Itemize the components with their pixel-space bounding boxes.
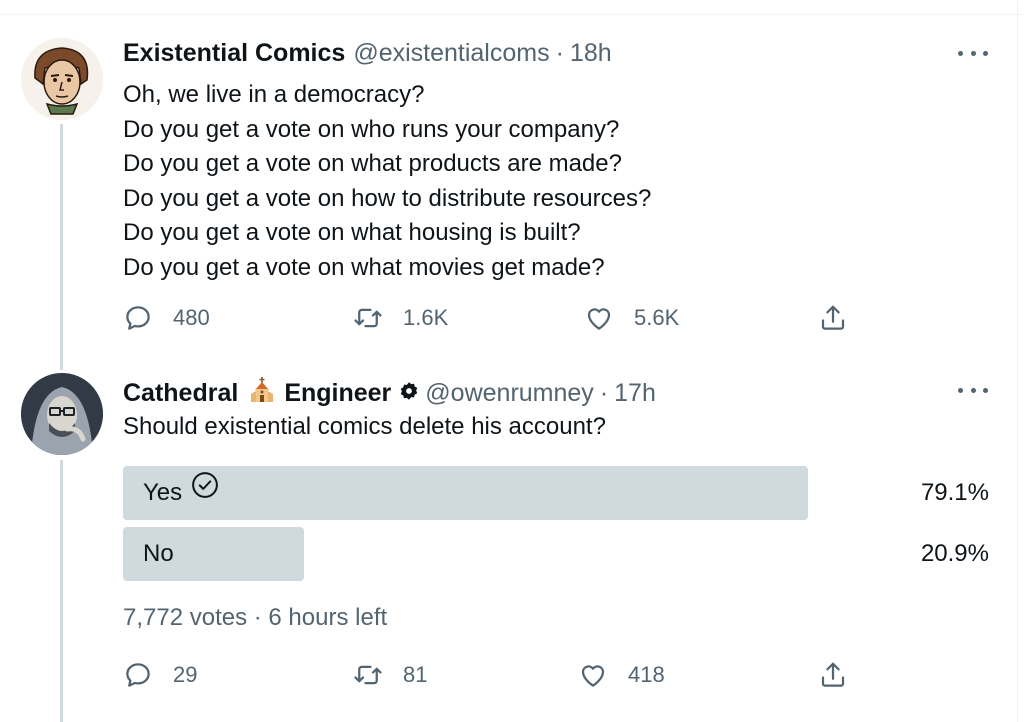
tweet-header: Cathedral Engineer @owenrumney · 17h (123, 376, 656, 411)
tweet-line: Do you get a vote on what movies get mad… (123, 253, 605, 281)
separator: · (555, 39, 564, 67)
share-button[interactable] (818, 301, 848, 335)
author-handle[interactable]: @owenrumney (425, 379, 594, 408)
more-icon[interactable] (958, 46, 988, 60)
timestamp[interactable]: 18h (570, 39, 612, 68)
retweet-count: 81 (403, 662, 428, 687)
verified-badge-icon (399, 379, 419, 408)
more-icon[interactable] (958, 383, 988, 397)
thread-connector (60, 460, 63, 722)
share-icon (821, 662, 845, 687)
avatar[interactable] (21, 38, 103, 120)
tweet-line: Do you get a vote on who runs your compa… (123, 115, 620, 143)
share-icon (821, 305, 845, 330)
retweet-button[interactable]: 1.6K (353, 301, 448, 335)
thread-connector (60, 124, 63, 370)
author-name-part2[interactable]: Engineer (284, 379, 391, 408)
author-handle[interactable]: @existentialcoms (353, 39, 549, 68)
check-circle-icon (190, 466, 220, 520)
tweet-line: Do you get a vote on what products are m… (123, 150, 622, 177)
timestamp[interactable]: 17h (614, 379, 656, 408)
tweet-actions: 480 1.6K 5.6K (123, 301, 863, 335)
right-border (1017, 0, 1018, 722)
poll-votes-status: 7,772 votes · 6 hours left (123, 604, 388, 631)
poll-option-percent: 20.9% (920, 540, 989, 567)
author-name[interactable]: Existential Comics (123, 39, 345, 68)
reply-count: 29 (173, 662, 198, 687)
poll-option-label-wrap: Yes (143, 466, 220, 520)
church-emoji-icon (248, 376, 276, 411)
poll-option-yes: Yes 79.1% (123, 466, 989, 520)
poll-option-label: Yes (143, 479, 183, 506)
like-button[interactable]: 5.6K (584, 301, 679, 335)
poll-option-label: No (143, 540, 174, 567)
tweet-text: Should existential comics delete his acc… (123, 413, 606, 440)
reply-icon (126, 663, 150, 687)
top-divider (0, 14, 1024, 15)
tweet-line: Do you get a vote on how to distribute r… (123, 184, 652, 212)
heart-icon (581, 665, 605, 687)
retweet-count: 1.6K (403, 305, 449, 330)
poll-option-percent: 79.1% (920, 479, 989, 506)
retweet-icon (354, 308, 382, 328)
like-count: 5.6K (634, 305, 680, 330)
reply-button[interactable]: 29 (123, 658, 197, 692)
tweet-line: Oh, we live in a democracy? (123, 81, 425, 108)
like-button[interactable]: 418 (578, 658, 665, 692)
reply-button[interactable]: 480 (123, 301, 210, 335)
separator: · (599, 379, 609, 407)
tweet-actions: 29 81 418 (123, 658, 863, 692)
share-button[interactable] (818, 658, 848, 692)
poll-bar (123, 466, 808, 520)
poll-option-no: No 20.9% (123, 527, 989, 581)
tweet-header: Existential Comics @existentialcoms · 18… (123, 39, 612, 68)
retweet-button[interactable]: 81 (353, 658, 427, 692)
retweet-icon (354, 665, 382, 685)
like-count: 418 (628, 662, 665, 687)
poll-option-label-wrap: No (143, 527, 174, 581)
reply-count: 480 (173, 305, 210, 330)
reply-icon (126, 306, 150, 330)
author-name-part1[interactable]: Cathedral (123, 379, 238, 408)
heart-icon (587, 308, 611, 330)
tweet-line: Do you get a vote on what housing is bui… (123, 219, 581, 246)
tweet-text: Oh, we live in a democracy? Do you get a… (123, 78, 651, 285)
avatar[interactable] (21, 373, 103, 455)
